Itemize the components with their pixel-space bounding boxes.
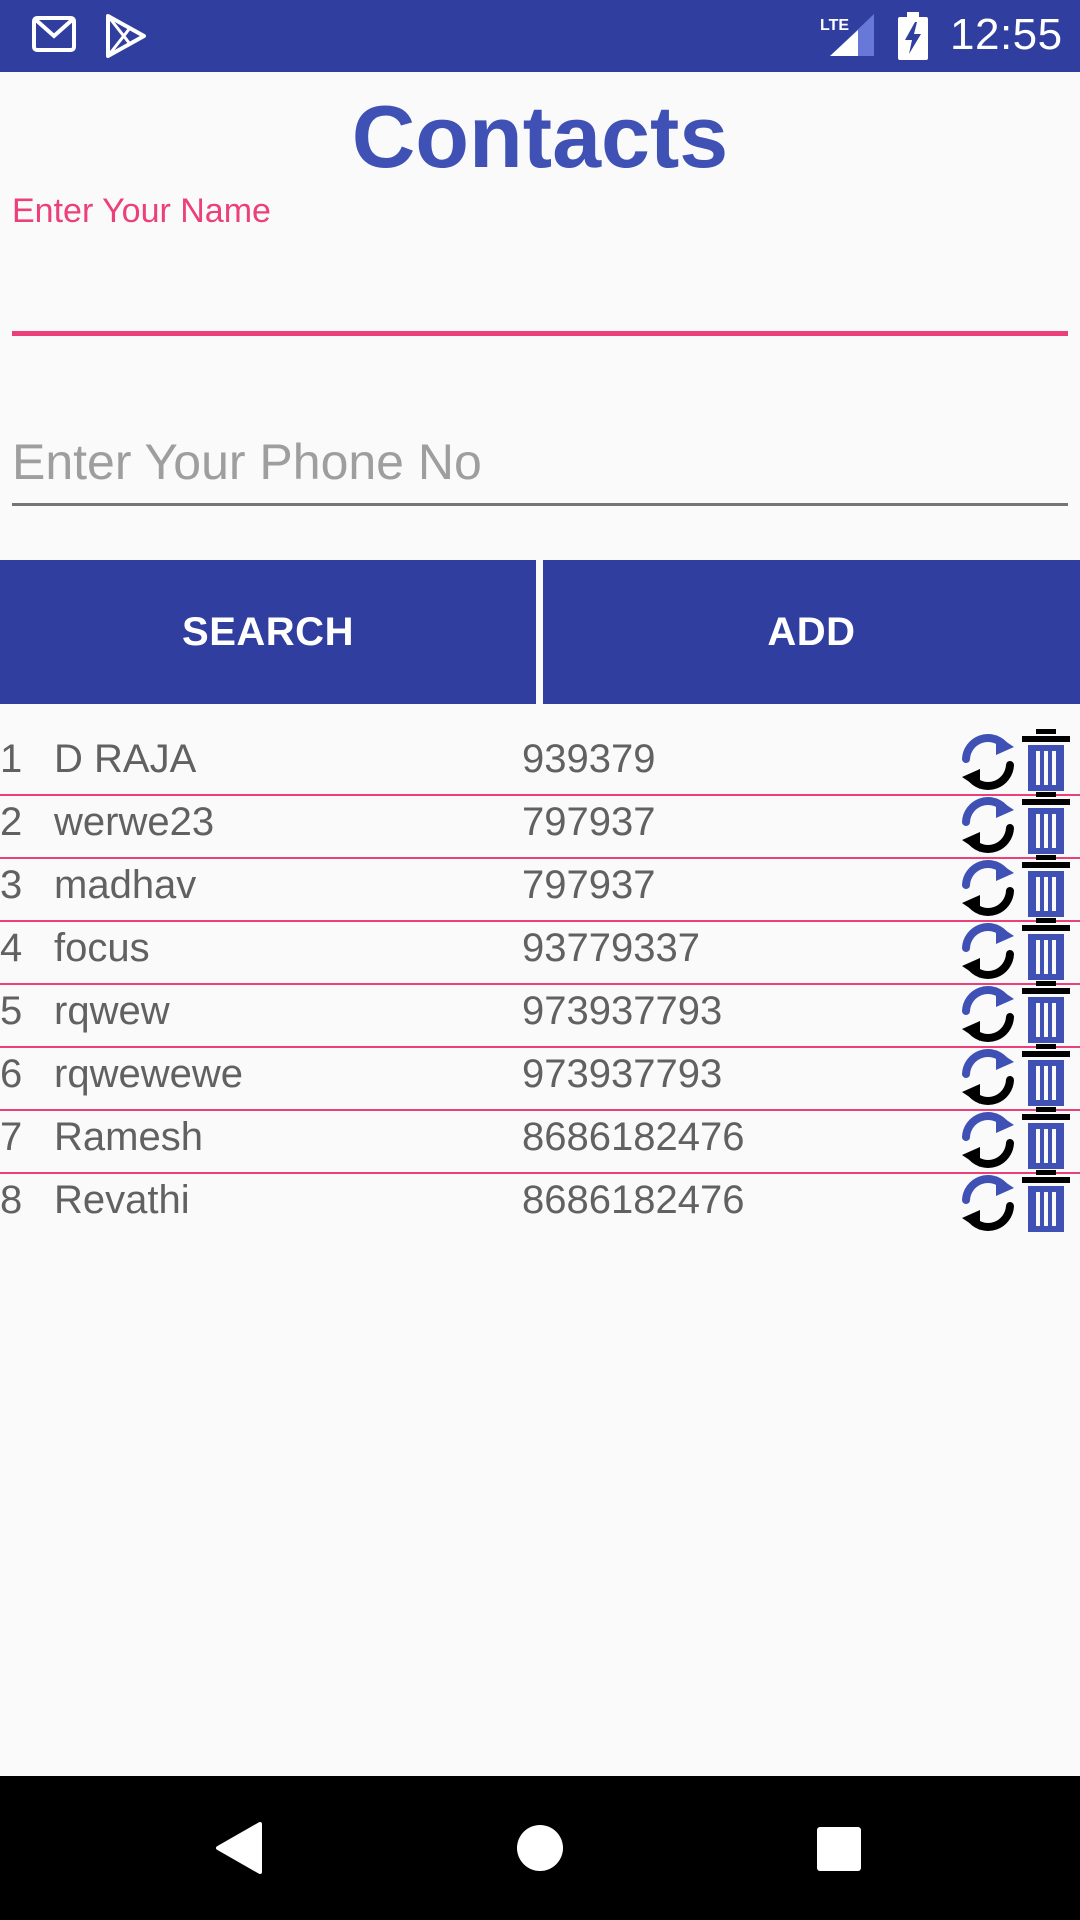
contact-name: Ramesh <box>54 1115 203 1159</box>
contact-number: 4 <box>0 926 23 970</box>
contact-number: 3 <box>0 863 23 907</box>
delete-icon[interactable] <box>1020 1044 1072 1115</box>
name-input[interactable] <box>12 236 1068 336</box>
row-actions <box>958 1170 1080 1236</box>
gmail-icon <box>32 16 76 57</box>
refresh-icon[interactable] <box>958 1107 1018 1178</box>
contact-phone: 797937 <box>522 800 656 844</box>
add-button[interactable]: ADD <box>543 560 1080 704</box>
delete-icon[interactable] <box>1020 1170 1072 1241</box>
contact-name: madhav <box>54 863 197 907</box>
navigation-bar <box>0 1776 1080 1920</box>
contact-phone: 93779337 <box>522 926 700 970</box>
contact-row[interactable]: 7 Ramesh 8686182476 <box>0 1107 1080 1174</box>
contact-number: 7 <box>0 1115 23 1159</box>
row-actions <box>958 1107 1080 1173</box>
name-field-label: Enter Your Name <box>12 192 271 230</box>
contact-number: 2 <box>0 800 23 844</box>
contact-name: rqwew <box>54 989 170 1033</box>
row-actions <box>958 729 1080 795</box>
refresh-icon[interactable] <box>958 1044 1018 1115</box>
refresh-icon[interactable] <box>958 729 1018 800</box>
delete-icon[interactable] <box>1020 729 1072 800</box>
contact-row[interactable]: 6 rqwewewe 973937793 <box>0 1044 1080 1111</box>
contact-row[interactable]: 8 Revathi 8686182476 <box>0 1170 1080 1237</box>
contact-phone: 973937793 <box>522 1052 723 1096</box>
row-actions <box>958 1044 1080 1110</box>
contact-name: Revathi <box>54 1178 190 1222</box>
contact-row[interactable]: 5 rqwew 973937793 <box>0 981 1080 1048</box>
svg-text:LTE: LTE <box>820 17 849 34</box>
status-bar: LTE 12:55 <box>0 0 1080 72</box>
lte-signal-icon: LTE <box>820 12 876 63</box>
contact-name: rqwewewe <box>54 1052 243 1096</box>
search-button[interactable]: SEARCH <box>0 560 536 704</box>
back-icon[interactable] <box>214 1822 264 1879</box>
refresh-icon[interactable] <box>958 981 1018 1052</box>
refresh-icon[interactable] <box>958 1170 1018 1241</box>
contact-number: 8 <box>0 1178 23 1222</box>
delete-icon[interactable] <box>1020 792 1072 863</box>
phone-input[interactable] <box>12 420 1068 506</box>
contact-number: 5 <box>0 989 23 1033</box>
refresh-icon[interactable] <box>958 792 1018 863</box>
contact-phone: 8686182476 <box>522 1115 745 1159</box>
home-icon[interactable] <box>516 1824 564 1877</box>
delete-icon[interactable] <box>1020 1107 1072 1178</box>
row-actions <box>958 981 1080 1047</box>
contact-list: 1 D RAJA 939379 2 werwe23 797937 3 madhav 797937… <box>0 729 1080 1237</box>
play-store-icon <box>104 14 148 63</box>
delete-icon[interactable] <box>1020 981 1072 1052</box>
refresh-icon[interactable] <box>958 855 1018 926</box>
contact-name: D RAJA <box>54 737 197 781</box>
contact-name: werwe23 <box>54 800 215 844</box>
row-actions <box>958 792 1080 858</box>
contact-phone: 797937 <box>522 863 656 907</box>
row-actions <box>958 918 1080 984</box>
app-screen: LTE 12:55 Contacts Enter Your Name SEARC… <box>0 0 1080 1920</box>
row-actions <box>958 855 1080 921</box>
contact-name: focus <box>54 926 150 970</box>
delete-icon[interactable] <box>1020 918 1072 989</box>
contact-phone: 8686182476 <box>522 1178 745 1222</box>
contact-row[interactable]: 2 werwe23 797937 <box>0 792 1080 859</box>
status-time: 12:55 <box>950 10 1063 59</box>
recents-icon[interactable] <box>816 1826 862 1877</box>
contact-row[interactable]: 3 madhav 797937 <box>0 855 1080 922</box>
refresh-icon[interactable] <box>958 918 1018 989</box>
contact-phone: 939379 <box>522 737 656 781</box>
battery-charging-icon <box>898 12 928 65</box>
contact-row[interactable]: 1 D RAJA 939379 <box>0 729 1080 796</box>
contact-row[interactable]: 4 focus 93779337 <box>0 918 1080 985</box>
contact-number: 6 <box>0 1052 23 1096</box>
contact-number: 1 <box>0 737 23 781</box>
contact-phone: 973937793 <box>522 989 723 1033</box>
page-title: Contacts <box>351 87 729 186</box>
delete-icon[interactable] <box>1020 855 1072 926</box>
